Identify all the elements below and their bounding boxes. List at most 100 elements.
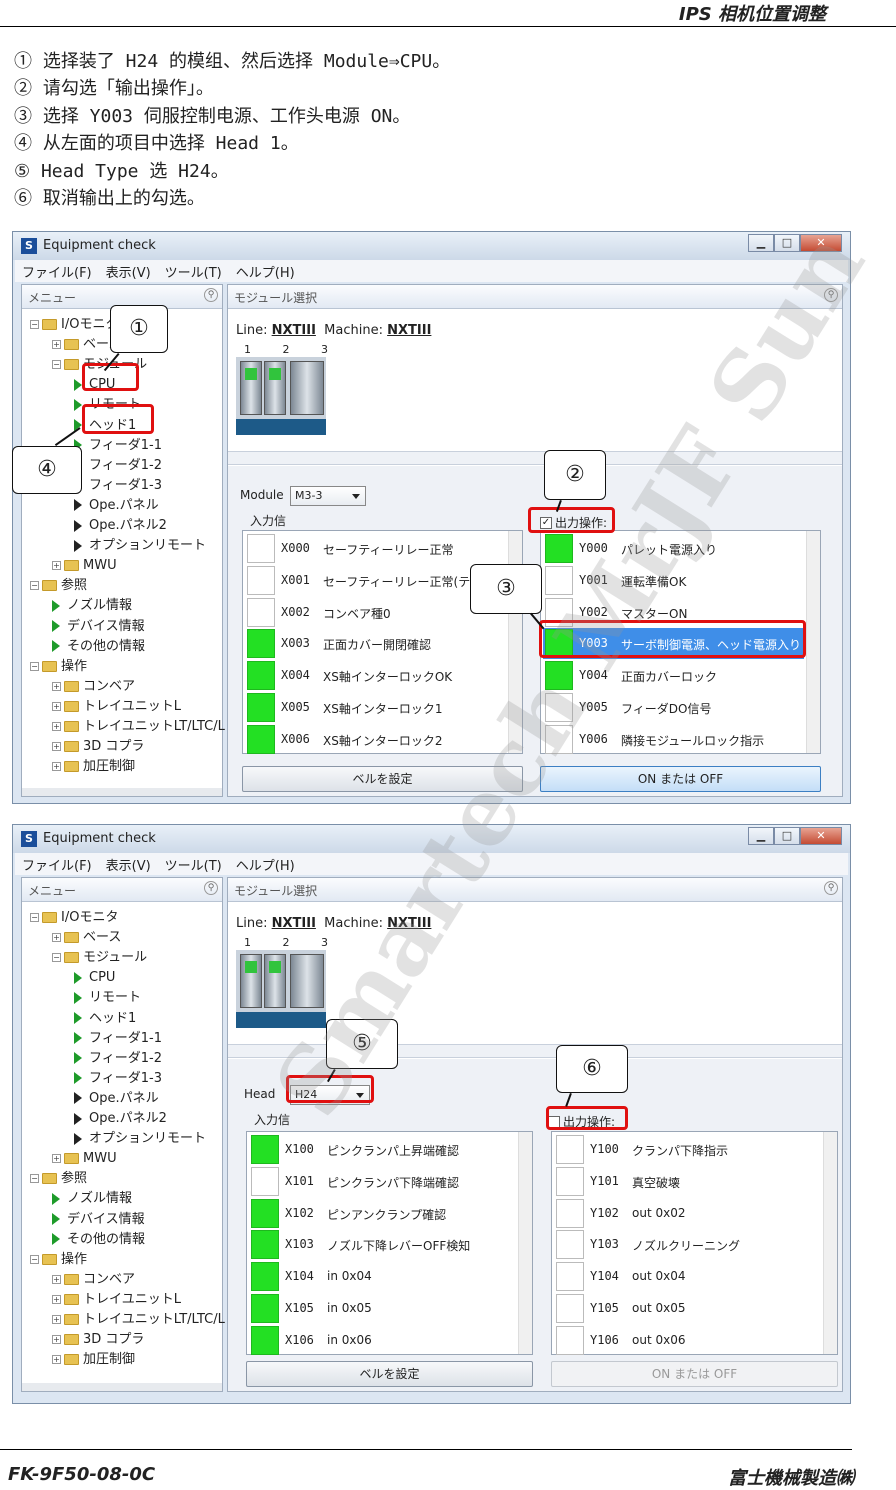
expand-icon[interactable]: + bbox=[52, 340, 61, 350]
tree-item[interactable]: Ope.パネル bbox=[74, 1089, 159, 1109]
tree-item[interactable]: − モジュール bbox=[52, 948, 147, 968]
tree-item[interactable]: リモート bbox=[74, 988, 141, 1008]
tree-item[interactable]: + トレイユニットLT/LTC/L bbox=[52, 717, 225, 737]
expand-icon[interactable]: − bbox=[52, 360, 61, 370]
expand-icon[interactable]: − bbox=[30, 1174, 39, 1184]
signal-row[interactable]: X002 コンベア種0 bbox=[245, 597, 506, 628]
tree-item[interactable]: フィーダ1-2 bbox=[74, 456, 162, 476]
expand-icon[interactable]: − bbox=[30, 1254, 39, 1264]
signal-row[interactable]: X103 ノズル下降レバーOFF検知 bbox=[249, 1229, 516, 1260]
module-select[interactable]: M3-3 bbox=[290, 486, 366, 506]
tree-item[interactable]: フィーダ1-1 bbox=[74, 1029, 162, 1049]
signal-row[interactable]: Y005 フィーダDO信号 bbox=[543, 692, 804, 723]
expand-icon[interactable]: + bbox=[52, 681, 61, 691]
close-button[interactable]: ✕ bbox=[800, 234, 842, 252]
tree-item[interactable]: + トレイユニットL bbox=[52, 697, 181, 717]
expand-icon[interactable]: + bbox=[52, 1355, 61, 1365]
minimize-button[interactable]: ▁ bbox=[748, 234, 774, 252]
tree-item[interactable]: + ベース bbox=[52, 928, 121, 948]
tree-item[interactable]: フィーダ1-2 bbox=[74, 1049, 162, 1069]
set-bell-button[interactable]: ベルを設定 bbox=[246, 1361, 533, 1387]
tree-item[interactable]: − 参照 bbox=[30, 576, 87, 596]
expand-icon[interactable]: + bbox=[52, 1154, 61, 1164]
signal-row[interactable]: X005 XS軸インターロック1 bbox=[245, 692, 506, 723]
pin-icon[interactable]: ⚲ bbox=[204, 881, 218, 895]
tree-item[interactable]: Ope.パネル2 bbox=[74, 516, 167, 536]
signal-row[interactable]: X000 セーフティーリレー正常 bbox=[245, 533, 506, 564]
tree-item[interactable]: + コンベア bbox=[52, 677, 135, 697]
signal-row[interactable]: Y101 真空破壊 bbox=[554, 1166, 821, 1197]
signal-row[interactable]: X105 in 0x05 bbox=[249, 1293, 516, 1324]
menu-view[interactable]: 表示(V) bbox=[99, 855, 158, 874]
tree-item[interactable]: フィーダ1-3 bbox=[74, 476, 162, 496]
signal-row[interactable]: Y103 ノズルクリーニング bbox=[554, 1229, 821, 1260]
expand-icon[interactable]: + bbox=[52, 742, 61, 752]
expand-icon[interactable]: − bbox=[30, 661, 39, 671]
tree-item[interactable]: + トレイユニットL bbox=[52, 1290, 181, 1310]
tree-item[interactable]: + MWU bbox=[52, 1149, 117, 1169]
vertical-scrollbar[interactable] bbox=[806, 531, 820, 753]
splitter[interactable] bbox=[228, 1044, 842, 1058]
tree-item[interactable]: ヘッド1 bbox=[74, 1009, 136, 1029]
signal-row[interactable]: Y006 隣接モジュールロック指示 bbox=[543, 724, 804, 755]
pin-icon[interactable]: ⚲ bbox=[824, 288, 838, 302]
signal-row[interactable]: X006 XS軸インターロック2 bbox=[245, 724, 506, 755]
machine-image[interactable] bbox=[236, 950, 326, 1028]
signal-row[interactable]: X100 ピンクランパ上昇端確認 bbox=[249, 1134, 516, 1165]
tree-item[interactable]: − 操作 bbox=[30, 1250, 87, 1270]
expand-icon[interactable]: − bbox=[30, 320, 39, 329]
signal-row[interactable]: Y000 パレット電源入り bbox=[543, 533, 804, 564]
minimize-button[interactable]: ▁ bbox=[748, 827, 774, 845]
signal-row[interactable]: X004 XS軸インターロックOK bbox=[245, 660, 506, 691]
pin-icon[interactable]: ⚲ bbox=[204, 288, 218, 302]
tree-item[interactable]: − I/Oモニタ bbox=[30, 315, 118, 335]
expand-icon[interactable]: + bbox=[52, 1335, 61, 1345]
expand-icon[interactable]: + bbox=[52, 722, 61, 731]
maximize-button[interactable]: □ bbox=[774, 234, 800, 252]
tree-item[interactable]: − 操作 bbox=[30, 657, 87, 677]
expand-icon[interactable]: − bbox=[30, 581, 39, 591]
tree-item[interactable]: Ope.パネル2 bbox=[74, 1109, 167, 1129]
signal-row[interactable]: X102 ピンアンクランプ確認 bbox=[249, 1198, 516, 1229]
signal-row[interactable]: Y106 out 0x06 bbox=[554, 1325, 821, 1356]
menu-view[interactable]: 表示(V) bbox=[99, 262, 158, 281]
expand-icon[interactable]: + bbox=[52, 561, 61, 571]
splitter[interactable] bbox=[228, 451, 842, 465]
on-off-button[interactable]: ON または OFF bbox=[551, 1361, 838, 1387]
line-link[interactable]: NXTIII bbox=[272, 916, 316, 931]
signal-row[interactable]: Y100 クランパ下降指示 bbox=[554, 1134, 821, 1165]
tree-item[interactable]: ノズル情報 bbox=[52, 596, 132, 616]
menu-help[interactable]: ヘルプ(H) bbox=[229, 262, 302, 281]
signal-row[interactable]: X106 in 0x06 bbox=[249, 1325, 516, 1356]
tree-item[interactable]: その他の情報 bbox=[52, 637, 145, 657]
signal-row[interactable]: X104 in 0x04 bbox=[249, 1261, 516, 1292]
tree-item[interactable]: フィーダ1-1 bbox=[74, 436, 162, 456]
horizontal-scrollbar[interactable] bbox=[22, 788, 222, 796]
tree-item[interactable]: + MWU bbox=[52, 556, 117, 576]
tree-item[interactable]: + 加圧制御 bbox=[52, 757, 135, 777]
tree-item[interactable]: + 加圧制御 bbox=[52, 1350, 135, 1370]
signal-row[interactable]: Y102 out 0x02 bbox=[554, 1198, 821, 1229]
menu-tools[interactable]: ツール(T) bbox=[158, 855, 229, 874]
expand-icon[interactable]: + bbox=[52, 1315, 61, 1324]
tree-item[interactable]: オプションリモート bbox=[74, 1129, 206, 1149]
signal-row[interactable]: Y104 out 0x04 bbox=[554, 1261, 821, 1292]
signal-row[interactable]: X101 ピンクランパ下降端確認 bbox=[249, 1166, 516, 1197]
machine-link[interactable]: NXTIII bbox=[387, 916, 431, 931]
on-off-button[interactable]: ON または OFF bbox=[540, 766, 821, 792]
machine-image[interactable] bbox=[236, 357, 326, 435]
tree-item[interactable]: − I/Oモニタ bbox=[30, 908, 118, 928]
line-link[interactable]: NXTIII bbox=[272, 323, 316, 338]
tree-item[interactable]: その他の情報 bbox=[52, 1230, 145, 1250]
menu-file[interactable]: ファイル(F) bbox=[15, 262, 99, 281]
signal-row[interactable]: X001 セーフティーリレー正常(テ bbox=[245, 565, 506, 596]
expand-icon[interactable]: − bbox=[30, 913, 39, 922]
maximize-button[interactable]: □ bbox=[774, 827, 800, 845]
machine-link[interactable]: NXTIII bbox=[387, 323, 431, 338]
tree-item[interactable]: Ope.パネル bbox=[74, 496, 159, 516]
expand-icon[interactable]: − bbox=[52, 953, 61, 963]
tree-item[interactable]: フィーダ1-3 bbox=[74, 1069, 162, 1089]
expand-icon[interactable]: + bbox=[52, 933, 61, 943]
menu-help[interactable]: ヘルプ(H) bbox=[229, 855, 302, 874]
pin-icon[interactable]: ⚲ bbox=[824, 881, 838, 895]
